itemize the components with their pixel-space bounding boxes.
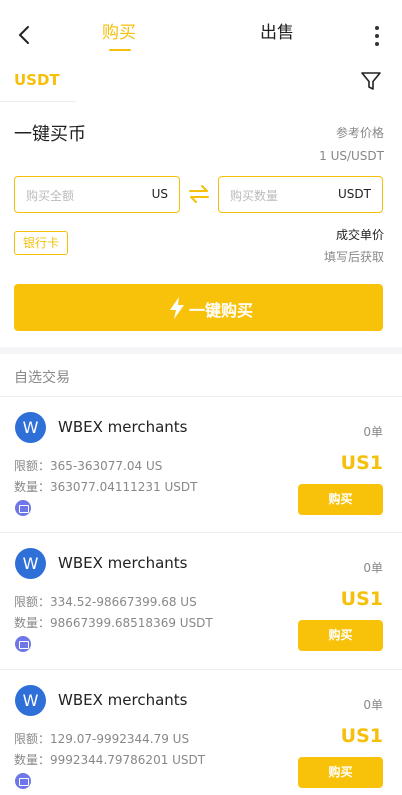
section-divider (0, 347, 402, 354)
avatar: W (15, 548, 46, 579)
available-quantity: 数量：363077.04111231 USDT (14, 480, 198, 494)
buy-amount-input[interactable]: 购买全额 US (14, 176, 180, 213)
filter-icon[interactable] (360, 70, 382, 92)
tab-buy[interactable]: 购买 (102, 18, 136, 43)
payment-method-bank-card[interactable]: 银行卡 (14, 231, 68, 255)
merchant-card: W WBEX merchants 0单 限额：129.07-9992344.79… (0, 669, 402, 795)
buy-quantity-input[interactable]: 购买数量 USDT (218, 176, 383, 213)
unit-price: US1 (340, 588, 383, 610)
swap-icon[interactable] (188, 184, 210, 204)
buy-button[interactable]: 购买 (298, 620, 383, 651)
quick-buy-title: 一键买币 (14, 124, 86, 145)
bank-card-icon (15, 500, 31, 516)
reference-price-value: 1 US/USDT (319, 149, 384, 163)
merchant-name: WBEX merchants (58, 691, 188, 709)
buy-button[interactable]: 购买 (298, 757, 383, 788)
avatar: W (15, 685, 46, 716)
coin-tab-usdt[interactable]: USDT (0, 62, 76, 102)
order-count: 0单 (363, 698, 383, 712)
buy-button[interactable]: 购买 (298, 484, 383, 515)
order-count: 0单 (363, 561, 383, 575)
unit-price: US1 (340, 725, 383, 747)
bank-card-icon (15, 636, 31, 652)
bank-card-icon (15, 773, 31, 789)
quick-buy-label: 一键购买 (189, 301, 254, 320)
avatar: W (15, 412, 46, 443)
buy-amount-placeholder: 购买全额 (26, 189, 75, 203)
quick-buy-button[interactable]: 一键购买 (14, 284, 383, 331)
buy-quantity-placeholder: 购买数量 (230, 189, 279, 203)
limit-range: 限额：334.52-98667399.68 US (14, 595, 197, 609)
available-quantity: 数量：98667399.68518369 USDT (14, 616, 213, 630)
available-quantity: 数量：9992344.79786201 USDT (14, 753, 206, 767)
merchant-card: W WBEX merchants 0单 限额：334.52-98667399.6… (0, 532, 402, 668)
merchant-name: WBEX merchants (58, 554, 188, 572)
merchant-card: W WBEX merchants 0单 限额：365-363077.04 US … (0, 396, 402, 532)
buy-amount-unit: US (151, 187, 168, 201)
unit-price-label: 成交单价 (335, 228, 384, 242)
limit-range: 限额：129.07-9992344.79 US (14, 732, 190, 746)
merchant-name: WBEX merchants (58, 418, 188, 436)
section-title: 自选交易 (14, 370, 70, 386)
tab-buy-indicator (109, 49, 131, 51)
more-vertical-icon[interactable] (370, 24, 384, 48)
unit-price-hint: 填写后获取 (323, 250, 384, 264)
tab-sell[interactable]: 出售 (260, 18, 294, 43)
coin-tab-label: USDT (14, 71, 60, 89)
reference-price-label: 参考价格 (335, 126, 384, 140)
limit-range: 限额：365-363077.04 US (14, 459, 163, 473)
order-count: 0单 (363, 425, 383, 439)
lightning-icon (168, 296, 186, 320)
unit-price: US1 (340, 452, 383, 474)
top-bar: 购买 出售 (0, 0, 402, 62)
back-arrow-icon[interactable] (14, 22, 38, 48)
buy-quantity-unit: USDT (338, 187, 371, 201)
